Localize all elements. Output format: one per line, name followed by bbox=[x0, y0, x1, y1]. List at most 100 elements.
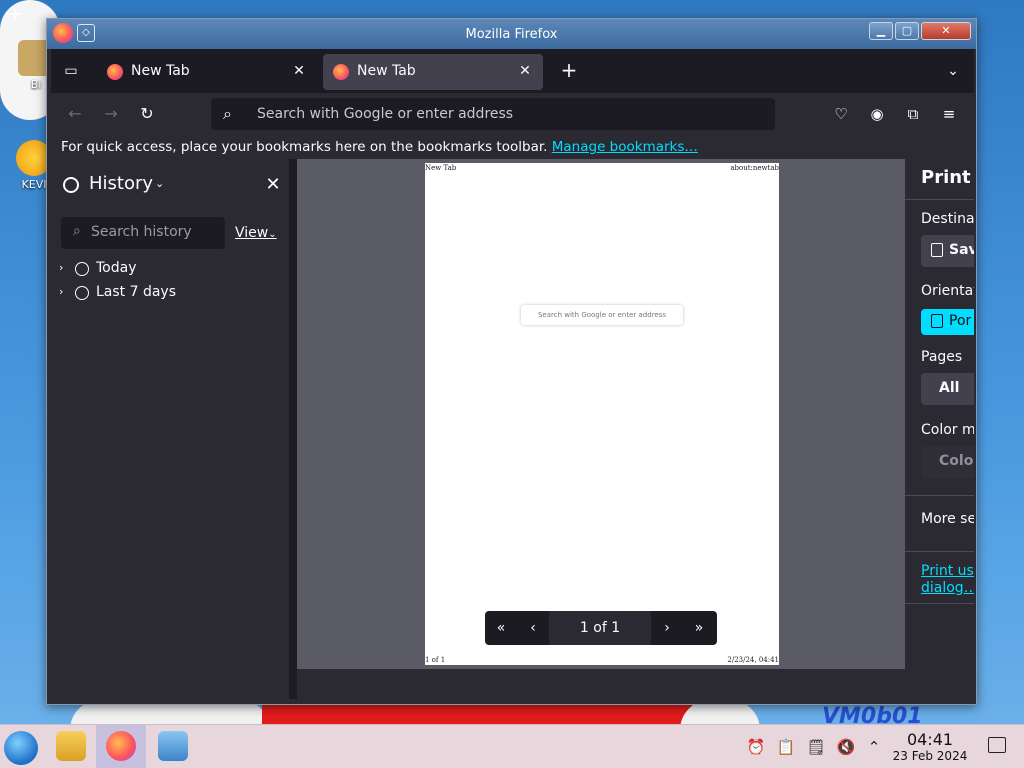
system-dialog-link-line-1: Print usi bbox=[921, 563, 974, 579]
clock-time: 04:41 bbox=[906, 730, 954, 749]
chevron-down-icon: ⌄ bbox=[268, 229, 277, 240]
taskbar-firefox[interactable] bbox=[96, 725, 146, 768]
volume-muted-icon[interactable]: 🔇 bbox=[836, 737, 856, 757]
previous-page-button[interactable]: ‹ bbox=[517, 611, 549, 645]
tab-label: New Tab bbox=[357, 63, 416, 79]
reload-button[interactable]: ↻ bbox=[135, 102, 159, 126]
pages-select[interactable]: All bbox=[921, 373, 974, 405]
color-mode-value: Colo bbox=[939, 453, 974, 469]
system-settings-icon bbox=[158, 731, 188, 761]
expand-twisty-icon[interactable]: › bbox=[59, 261, 71, 274]
bookmarks-toolbar: For quick access, place your bookmarks h… bbox=[51, 135, 974, 159]
pocket-icon[interactable]: ♡ bbox=[829, 102, 853, 126]
history-clock-icon bbox=[63, 177, 79, 193]
taskbar-system-settings[interactable] bbox=[148, 725, 198, 768]
color-mode-label: Color m bbox=[921, 422, 974, 438]
add-widget-icon[interactable]: + bbox=[6, 6, 24, 24]
manage-bookmarks-link[interactable]: Manage bookmarks… bbox=[552, 139, 698, 155]
next-page-button[interactable]: › bbox=[651, 611, 683, 645]
clock-date: 23 Feb 2024 bbox=[892, 749, 968, 763]
page-footer-count: 1 of 1 bbox=[425, 656, 446, 664]
show-desktop-icon[interactable] bbox=[988, 737, 1006, 753]
divider bbox=[905, 199, 974, 200]
page-header-url: about:newtab bbox=[730, 164, 779, 172]
print-panel-title: Print bbox=[921, 167, 971, 188]
pages-value: All bbox=[939, 380, 960, 396]
start-menu-button[interactable] bbox=[4, 731, 38, 765]
bookmarks-message: For quick access, place your bookmarks h… bbox=[61, 139, 698, 155]
divider bbox=[905, 603, 974, 604]
view-label: View bbox=[235, 225, 269, 241]
destination-label: Destina bbox=[921, 211, 974, 227]
sidebar-switcher-chevron-icon[interactable]: ⌄ bbox=[155, 177, 164, 190]
close-tab-icon[interactable]: ✕ bbox=[289, 61, 309, 81]
pages-label: Pages bbox=[921, 349, 963, 365]
orientation-label: Orientat bbox=[921, 283, 974, 299]
document-icon bbox=[931, 243, 943, 257]
content-area: History ⌄ ✕ ⌕ Search history View⌄ › Tod… bbox=[51, 159, 974, 699]
expand-twisty-icon[interactable]: › bbox=[59, 285, 71, 298]
bookmarks-message-text: For quick access, place your bookmarks h… bbox=[61, 139, 548, 155]
search-icon: ⌕ bbox=[223, 104, 232, 123]
print-preview-area: New Tab about:newtab Search with Google … bbox=[297, 159, 905, 669]
desktop-wallpaper-tag: VM0b01 bbox=[822, 704, 923, 724]
search-icon: ⌕ bbox=[73, 223, 81, 239]
divider bbox=[905, 495, 974, 496]
tab-new-tab-2-active[interactable]: New Tab ✕ bbox=[323, 54, 543, 90]
firefox-favicon-icon bbox=[107, 64, 123, 80]
tab-label: New Tab bbox=[131, 63, 190, 79]
first-page-button[interactable]: « bbox=[485, 611, 517, 645]
orientation-portrait-button[interactable]: Por bbox=[921, 309, 974, 335]
destination-value: Sav bbox=[949, 242, 974, 258]
clock-icon bbox=[75, 262, 89, 276]
preview-footer-strip bbox=[297, 669, 974, 699]
print-preview-page: New Tab about:newtab Search with Google … bbox=[425, 163, 779, 665]
divider bbox=[905, 551, 974, 552]
taskbar: ⏰ 📋 🗒 🔇 ⌃ 04:41 23 Feb 2024 bbox=[0, 724, 1024, 768]
close-sidebar-button[interactable]: ✕ bbox=[263, 175, 283, 195]
back-button[interactable]: ← bbox=[63, 102, 87, 126]
forward-button[interactable]: → bbox=[99, 102, 123, 126]
more-settings-toggle[interactable]: More se bbox=[921, 511, 974, 527]
sidebar-header: History ⌄ ✕ bbox=[51, 159, 291, 209]
print-using-system-dialog-link[interactable]: Print usi dialog… bbox=[921, 563, 974, 597]
sidebar-title[interactable]: History bbox=[89, 173, 153, 194]
show-hidden-icons-chevron-icon[interactable]: ⌃ bbox=[864, 737, 884, 757]
list-all-tabs-icon[interactable]: ⌄ bbox=[941, 59, 965, 83]
clock-icon bbox=[75, 286, 89, 300]
view-menu-button[interactable]: View⌄ bbox=[235, 225, 277, 241]
new-tab-button[interactable]: + bbox=[557, 59, 581, 83]
alarm-icon[interactable]: ⏰ bbox=[746, 737, 766, 757]
window-titlebar[interactable]: ◇ Mozilla Firefox ▁ ▢ ✕ bbox=[47, 19, 976, 49]
history-group-today[interactable]: › Today bbox=[59, 259, 259, 281]
search-history-placeholder: Search history bbox=[91, 224, 192, 240]
minimize-button[interactable]: ▁ bbox=[869, 22, 893, 40]
taskbar-file-manager[interactable] bbox=[46, 725, 96, 768]
app-menu-icon[interactable]: ≡ bbox=[937, 102, 961, 126]
firefox-icon bbox=[106, 731, 136, 761]
clipboard-icon[interactable]: 📋 bbox=[776, 737, 796, 757]
tab-bar: ▭ New Tab ✕ New Tab ✕ + ⌄ bbox=[51, 49, 974, 93]
firefox-view-icon[interactable]: ▭ bbox=[59, 59, 83, 83]
history-group-label: Today bbox=[96, 260, 137, 276]
notes-icon[interactable]: 🗒 bbox=[806, 737, 826, 757]
destination-select[interactable]: Sav bbox=[921, 235, 974, 267]
orientation-value: Por bbox=[949, 313, 972, 329]
color-mode-select[interactable]: Colo bbox=[921, 446, 974, 478]
preview-page-navigator: « ‹ 1 of 1 › » bbox=[485, 611, 717, 645]
search-history-input[interactable]: ⌕ Search history bbox=[61, 217, 225, 249]
history-group-label: Last 7 days bbox=[96, 284, 177, 300]
close-window-button[interactable]: ✕ bbox=[921, 22, 971, 40]
folder-icon bbox=[56, 731, 86, 761]
close-tab-icon[interactable]: ✕ bbox=[515, 61, 535, 81]
portrait-page-icon bbox=[931, 314, 943, 328]
extensions-icon[interactable]: ⧉ bbox=[901, 102, 925, 126]
address-bar[interactable]: ⌕ Search with Google or enter address bbox=[211, 98, 775, 130]
account-icon[interactable]: ◉ bbox=[865, 102, 889, 126]
tab-new-tab-1[interactable]: New Tab ✕ bbox=[97, 54, 317, 90]
window-title: Mozilla Firefox bbox=[465, 27, 558, 42]
history-group-last-7-days[interactable]: › Last 7 days bbox=[59, 283, 259, 305]
maximize-button[interactable]: ▢ bbox=[895, 22, 919, 40]
system-clock[interactable]: 04:41 23 Feb 2024 bbox=[890, 730, 970, 764]
last-page-button[interactable]: » bbox=[683, 611, 715, 645]
